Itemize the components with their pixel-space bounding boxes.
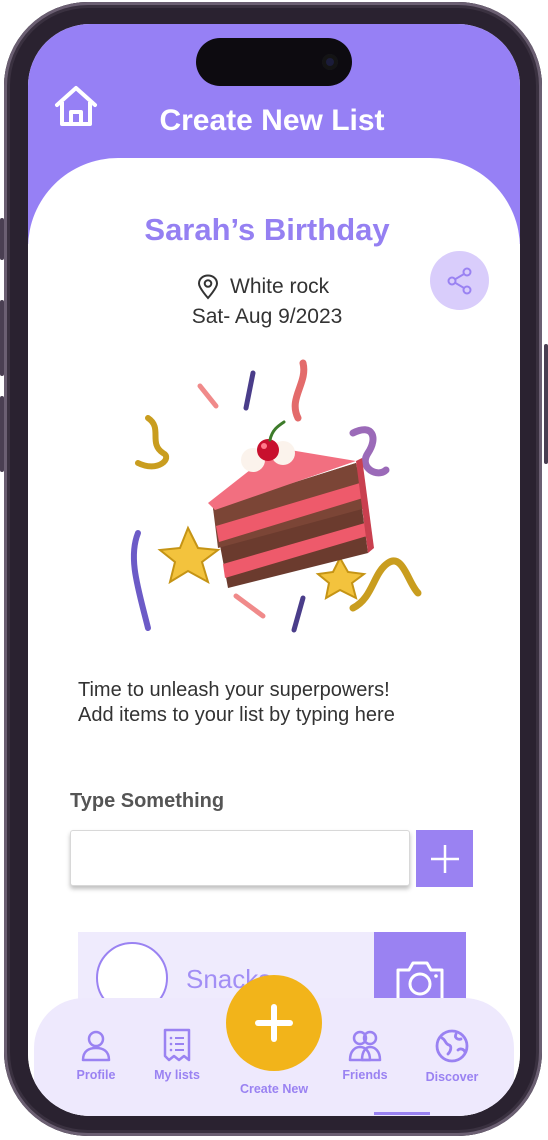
input-label: Type Something xyxy=(70,790,225,812)
instruction-text: Time to unleash your superpowers! Add it… xyxy=(78,678,395,728)
nav-label-create-new: Create New xyxy=(239,1082,309,1096)
globe-icon xyxy=(435,1029,469,1063)
nav-label: Discover xyxy=(425,1070,479,1084)
add-item-button[interactable] xyxy=(416,830,473,887)
location-pin-icon xyxy=(197,274,219,300)
event-date: Sat- Aug 9/2023 xyxy=(191,305,343,328)
phone-device: Create New List Sarah’s Birthday White r… xyxy=(0,0,548,1140)
dynamic-island xyxy=(196,38,352,86)
event-location: White rock xyxy=(230,275,330,298)
side-button xyxy=(0,218,4,260)
friends-icon xyxy=(348,1030,382,1062)
home-indicator xyxy=(374,1112,430,1115)
create-new-button[interactable] xyxy=(226,975,322,1071)
share-button[interactable] xyxy=(430,251,489,310)
nav-item-profile[interactable]: Profile xyxy=(53,1028,139,1082)
list-icon xyxy=(163,1028,191,1062)
camera-lens xyxy=(322,54,338,70)
plus-icon xyxy=(255,1004,293,1042)
page-title: Create New List xyxy=(159,104,385,137)
side-button xyxy=(0,396,4,472)
side-button xyxy=(0,300,4,376)
power-button xyxy=(544,344,548,464)
plus-icon xyxy=(430,844,459,873)
nav-label: Friends xyxy=(342,1068,388,1082)
share-icon xyxy=(447,267,471,294)
nav-item-my-lists[interactable]: My lists xyxy=(134,1028,220,1082)
nav-label: My lists xyxy=(154,1068,200,1082)
item-input[interactable] xyxy=(70,830,410,886)
nav-item-discover[interactable]: Discover xyxy=(409,1028,495,1084)
location-row: White rock xyxy=(196,274,329,300)
nav-label: Profile xyxy=(76,1068,116,1082)
screen: Create New List Sarah’s Birthday White r… xyxy=(28,24,520,1116)
birthday-cake-illustration xyxy=(130,359,422,633)
event-name: Sarah’s Birthday xyxy=(144,212,390,247)
nav-item-friends[interactable]: Friends xyxy=(322,1028,408,1082)
instruction-line: Add items to your list by typing here xyxy=(78,704,395,726)
person-icon xyxy=(81,1030,111,1062)
instruction-line: Time to unleash your superpowers! xyxy=(78,679,390,701)
